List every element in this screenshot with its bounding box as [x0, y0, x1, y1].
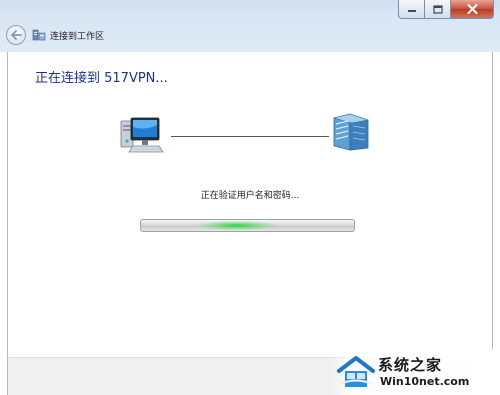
minimize-icon: [407, 10, 416, 12]
house-logo-icon: [337, 356, 375, 387]
server-icon: [332, 113, 370, 151]
back-arrow-icon: [11, 30, 22, 40]
status-message: 正在验证用户名和密码...: [200, 191, 300, 201]
minimize-button[interactable]: [398, 0, 424, 19]
watermark-title: 系统之家: [378, 356, 443, 374]
watermark: 系统之家 Win10net.com: [330, 349, 500, 395]
close-icon: [467, 4, 477, 14]
connect-to-workplace-window: 连接到工作区 正在连接到 517VPN... 正在验证用户名和密码... 系统之…: [0, 0, 500, 395]
page-title: 正在连接到 517VPN...: [35, 71, 168, 86]
back-button[interactable]: [6, 25, 26, 45]
network-folder-icon: [32, 29, 46, 41]
wizard-content: 正在连接到 517VPN... 正在验证用户名和密码...: [7, 52, 493, 395]
maximize-button[interactable]: [424, 0, 450, 19]
watermark-site: Win10net.com: [380, 375, 470, 388]
window-title: 连接到工作区: [50, 32, 105, 42]
computer-icon: [120, 117, 164, 153]
close-button[interactable]: [450, 0, 494, 19]
title-bar: 连接到工作区: [0, 0, 500, 52]
connection-line: [171, 136, 329, 137]
caption-buttons: [398, 0, 494, 19]
progress-indicator: [197, 221, 277, 230]
progress-bar: [140, 219, 355, 232]
maximize-icon: [432, 4, 443, 14]
navigation-bar: 连接到工作区: [0, 24, 500, 48]
